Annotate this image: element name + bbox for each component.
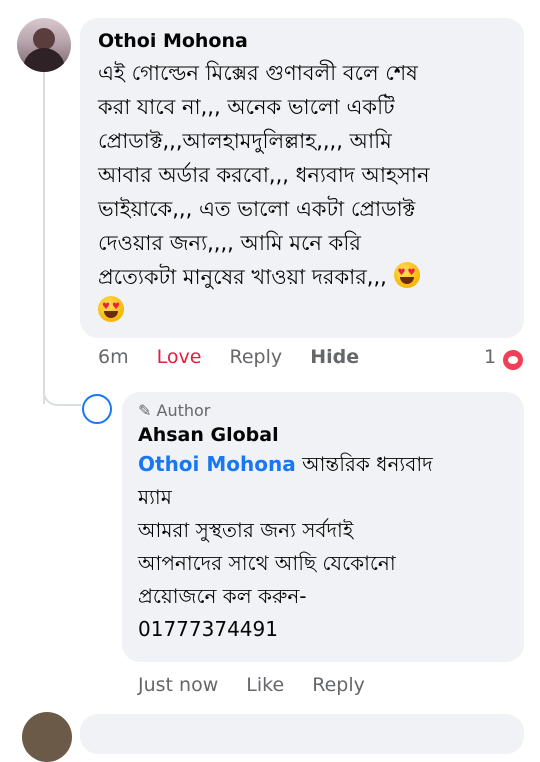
comment-body: এই গোল্ডেন মিক্সের গুণাবলী বলে শেষ করা য…: [98, 61, 430, 289]
hide-button[interactable]: Hide: [310, 346, 359, 368]
love-reaction-icon[interactable]: [501, 348, 525, 372]
thread-line: [43, 70, 45, 404]
comment-timestamp[interactable]: 6m: [98, 346, 129, 368]
page-avatar[interactable]: [82, 394, 112, 424]
reply-timestamp[interactable]: Just now: [138, 674, 218, 696]
thread-connector: [43, 378, 81, 406]
heart-eyes-emoji-icon: ♥ ♥: [98, 296, 124, 322]
reaction-count[interactable]: 1: [484, 346, 496, 368]
comment-bubble: Othoi Mohona এই গোল্ডেন মিক্সের গুণাবলী …: [80, 18, 524, 338]
comment-text: এই গোল্ডেন মিক্সের গুণাবলী বলে শেষ করা য…: [98, 56, 506, 328]
like-button[interactable]: Like: [246, 674, 284, 696]
mention-link[interactable]: Othoi Mohona: [138, 452, 296, 476]
avatar-head: [33, 28, 55, 50]
reply-text: Othoi Mohona আন্তরিক ধন্যবাদ ম্যাম আমরা …: [138, 448, 508, 646]
avatar-body: [23, 48, 65, 72]
next-comment-bubble: [80, 714, 524, 754]
reply-button[interactable]: Reply: [230, 346, 283, 368]
love-button[interactable]: Love: [157, 346, 202, 368]
reply-actions: Just now Like Reply: [138, 674, 387, 696]
pencil-icon: ✎: [138, 401, 152, 420]
author-badge: ✎ Author: [138, 401, 211, 420]
reply-bubble: ✎ Author Ahsan Global Othoi Mohona আন্তর…: [122, 392, 524, 662]
reply-reply-button[interactable]: Reply: [312, 674, 365, 696]
reply-body: আন্তরিক ধন্যবাদ ম্যাম আমরা সুস্থতার জন্য…: [138, 452, 433, 641]
comment-actions: 6m Love Reply Hide: [98, 346, 381, 368]
heart-eyes-emoji-icon: ♥ ♥: [393, 262, 420, 288]
comment-author[interactable]: Othoi Mohona: [98, 28, 506, 54]
reply-author[interactable]: Ahsan Global: [138, 422, 508, 448]
avatar[interactable]: [17, 18, 71, 72]
